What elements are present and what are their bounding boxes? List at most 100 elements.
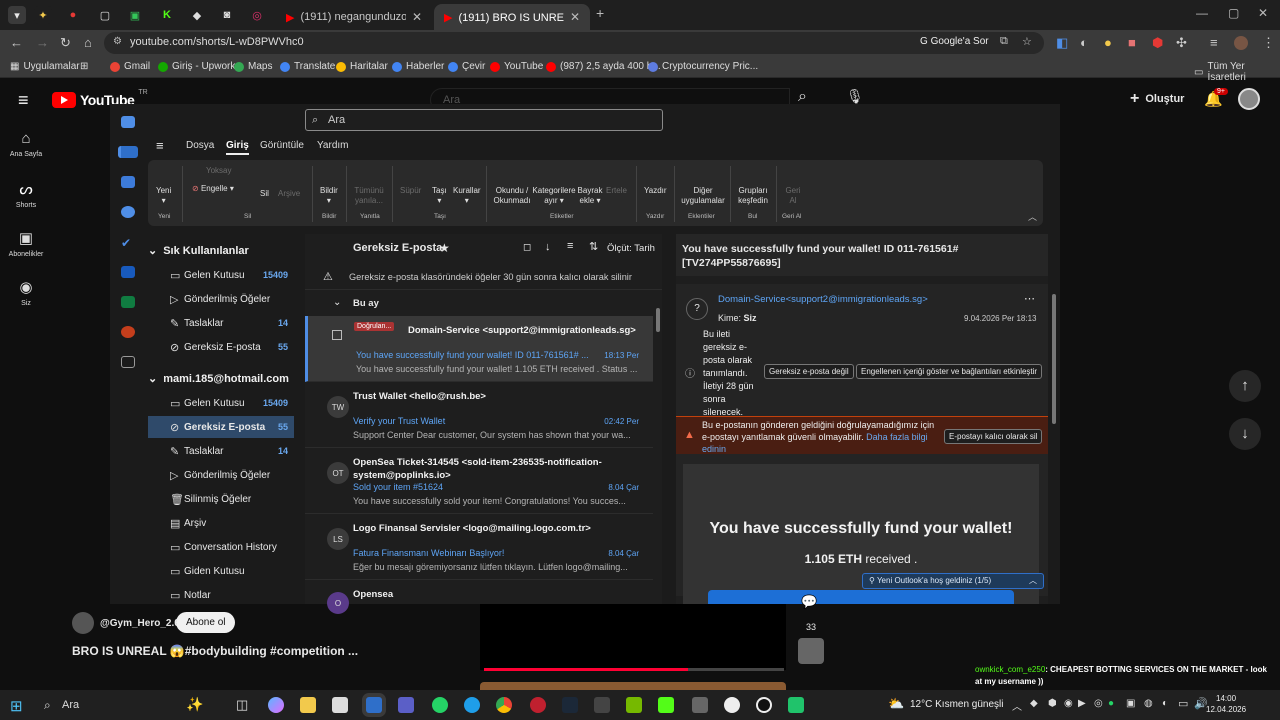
sender-link[interactable]: Domain-Service<support2@immigrationleads…: [718, 294, 928, 305]
list-item[interactable]: TW Trust Wallet <hello@rush.be> Verify y…: [305, 382, 653, 448]
sort-by-date[interactable]: Ölçüt: Tarih: [607, 243, 655, 254]
calendar-app-icon[interactable]: [121, 176, 135, 188]
outlook-taskbar-icon[interactable]: [366, 697, 382, 713]
hamburger-menu-icon[interactable]: ≡: [18, 90, 29, 111]
folder-inbox[interactable]: ▭ Gelen Kutusu 15409: [148, 392, 294, 414]
reply-all-button[interactable]: Tümünü yanıla...: [352, 186, 386, 206]
network-icon[interactable]: ▭: [1178, 697, 1188, 710]
extension-coin-icon[interactable]: ●: [1104, 35, 1112, 50]
video-player[interactable]: [480, 604, 786, 670]
list-item[interactable]: O Opensea: [305, 580, 653, 614]
whatsapp-icon[interactable]: [432, 697, 448, 713]
app-icon[interactable]: [756, 697, 772, 713]
folder-drafts-fav[interactable]: ✎ Taslaklar 14: [148, 312, 294, 334]
more-apps-icon[interactable]: [121, 356, 135, 368]
discover-groups-button[interactable]: Grupları keşfedin: [734, 186, 772, 206]
delete-button[interactable]: Sil: [260, 189, 269, 199]
forward-arrow-icon[interactable]: →: [36, 35, 49, 50]
microphone-icon[interactable]: 🎙: [846, 88, 864, 105]
todo-app-icon[interactable]: ✔: [121, 236, 135, 250]
extension-shield-icon[interactable]: ⬢: [1152, 35, 1163, 51]
sound-thumbnail[interactable]: [798, 638, 824, 664]
undo-button[interactable]: Geri Al: [782, 186, 804, 206]
delete-permanently-button[interactable]: E-postayı kalıcı olarak sil: [944, 429, 1043, 444]
show-blocked-content-button[interactable]: Engellenen içeriği göster ve bağlantılar…: [856, 364, 1043, 379]
sort-icon[interactable]: ⇅: [589, 240, 598, 253]
reload-icon[interactable]: ↻: [60, 35, 71, 51]
folder-archive[interactable]: ▤ Arşiv: [148, 512, 294, 534]
tray-icon[interactable]: ◐: [1162, 698, 1168, 709]
extensions-puzzle-icon[interactable]: ✣: [1176, 35, 1187, 51]
edge-icon[interactable]: [464, 697, 480, 713]
extension-red-icon[interactable]: ■: [1128, 35, 1136, 50]
new-mail-button[interactable]: Yeni ▾: [156, 186, 171, 206]
list-item[interactable]: OT OpenSea Ticket-314545 <sold-item-2365…: [305, 448, 653, 514]
tray-icon[interactable]: ◉: [1064, 698, 1073, 709]
chrome-icon[interactable]: [496, 697, 512, 713]
browser-menu-icon[interactable]: ⋮: [1262, 35, 1275, 51]
nvidia-icon[interactable]: [626, 697, 642, 713]
tab-file[interactable]: Dosya: [186, 140, 214, 151]
tray-icon[interactable]: ◍: [1144, 698, 1153, 709]
folder-notes[interactable]: ▭ Notlar: [148, 584, 294, 606]
google-lens-button[interactable]: G Google'a Sor: [920, 36, 989, 47]
bookmark-crypto[interactable]: Cryptocurrency Pric...: [648, 61, 758, 72]
people-app-icon[interactable]: [121, 206, 135, 218]
select-icon[interactable]: ◻: [523, 242, 531, 253]
extension-translate-icon[interactable]: ◧: [1056, 35, 1068, 51]
folder-deleted[interactable]: 🗑 Silinmiş Öğeler: [148, 488, 294, 510]
bookmark-grid[interactable]: ⊞: [80, 61, 88, 72]
pinned-tab-red-icon[interactable]: ●: [64, 6, 82, 24]
tab-view[interactable]: Görüntüle: [260, 140, 304, 151]
bookmark-translate[interactable]: Translate: [280, 61, 335, 72]
copilot-sparkle-icon[interactable]: ✨: [186, 696, 203, 713]
reading-list-icon[interactable]: ≡: [1210, 35, 1218, 50]
tray-icon[interactable]: ◎: [1094, 698, 1103, 709]
pinned-tab-sheets-icon[interactable]: ▣: [126, 6, 144, 24]
taskbar-search[interactable]: Ara: [62, 699, 79, 711]
bookmark-apps[interactable]: ▦ Uygulamalar: [10, 61, 80, 72]
minimize-button[interactable]: —: [1196, 6, 1208, 20]
new-tab-button[interactable]: +: [596, 5, 604, 21]
create-button[interactable]: + Oluştur: [1130, 90, 1184, 108]
tab-search-icon[interactable]: ▾: [8, 6, 26, 24]
app-icon[interactable]: [724, 697, 740, 713]
welcome-tip-bar[interactable]: ⚲ Yeni Outlook'a hoş geldiniz (1/5) ︿: [862, 573, 1044, 589]
site-info-icon[interactable]: ⚙: [113, 36, 122, 47]
block-button[interactable]: ⊘ Engelle ▾: [192, 184, 234, 194]
video-progress-bar[interactable]: [484, 668, 784, 671]
reading-scrollbar[interactable]: [1052, 294, 1056, 424]
chevron-up-icon[interactable]: ︿: [1029, 575, 1037, 586]
excel-app-icon[interactable]: [121, 296, 135, 308]
folder-drafts[interactable]: ✎ Taslaklar 14: [148, 440, 294, 462]
bookmark-star-icon[interactable]: ☆: [1022, 35, 1032, 48]
opera-icon[interactable]: [530, 697, 546, 713]
jump-to-icon[interactable]: ↓: [545, 241, 551, 253]
bookmark-haritalar[interactable]: Haritalar: [336, 61, 388, 72]
folder-junk[interactable]: ⊘ Gereksiz E-posta 55: [148, 416, 294, 438]
extension-icon[interactable]: ◐: [1080, 35, 1088, 50]
categorize-button[interactable]: Kategorilere ayır ▾: [532, 186, 576, 206]
tray-icon[interactable]: ▣: [1126, 698, 1135, 709]
bookmark-maps[interactable]: Maps: [234, 61, 272, 72]
bookmark-cevir[interactable]: Çevir: [448, 61, 485, 72]
close-tab-icon[interactable]: ✕: [570, 10, 580, 24]
search-icon[interactable]: ⌕: [44, 698, 51, 713]
bookmark-gmail[interactable]: Gmail: [110, 61, 150, 72]
outlook-search-input[interactable]: ⌕ Ara: [305, 109, 663, 131]
ignore-button[interactable]: Yoksay: [206, 166, 232, 176]
account-avatar[interactable]: [1238, 88, 1260, 110]
folder-sent-fav[interactable]: ▷ Gönderilmiş Öğeler: [148, 288, 294, 310]
bookmark-youtube[interactable]: YouTube: [490, 61, 543, 72]
not-junk-button[interactable]: Gereksiz e-posta değil: [764, 364, 854, 379]
teams-icon[interactable]: [398, 697, 414, 713]
move-button[interactable]: Taşı ▾: [432, 186, 447, 206]
filter-icon[interactable]: ≡: [567, 240, 573, 252]
group-header[interactable]: ⌄ Bu ay: [305, 296, 645, 312]
home-icon[interactable]: ⌂: [84, 35, 92, 50]
comments-icon[interactable]: 💬: [801, 594, 817, 610]
bookmark-upwork[interactable]: Giriş - Upwork: [158, 61, 235, 72]
snooze-button[interactable]: Ertele: [606, 186, 627, 196]
mail-app-icon[interactable]: [118, 146, 138, 158]
email-cta-button[interactable]: [708, 590, 1014, 604]
